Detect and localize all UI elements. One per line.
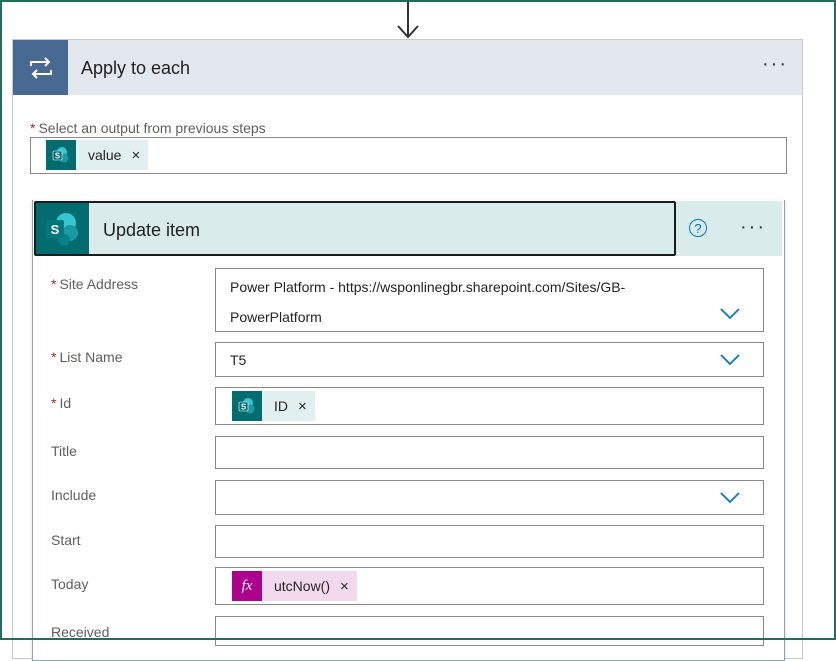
apply-to-each-title: Apply to each — [81, 58, 191, 78]
title-input[interactable] — [215, 436, 764, 469]
received-label: Received — [51, 624, 110, 640]
connector-arrow-down-icon — [397, 0, 419, 39]
svg-text:S: S — [55, 152, 61, 161]
site-address-label: * Site Address — [51, 276, 139, 292]
update-item-more-button[interactable]: ··· — [740, 217, 766, 237]
today-label: Today — [51, 576, 89, 592]
select-output-label: * Select an output from previous steps — [30, 120, 266, 136]
loop-icon — [13, 40, 68, 95]
site-address-value-line1: Power Platform - https://wsponlinegbr.sh… — [230, 279, 626, 295]
update-item-header-actions: ? ··· — [676, 201, 782, 256]
utcnow-token-remove-button[interactable]: × — [340, 578, 357, 595]
start-label: Start — [51, 532, 81, 548]
apply-to-each-header[interactable]: Apply to each ··· — [13, 40, 802, 95]
include-label: Include — [51, 487, 97, 503]
utcnow-token[interactable]: fx utcNow() × — [232, 571, 357, 601]
chevron-down-icon[interactable] — [720, 492, 740, 504]
value-token-remove-button[interactable]: × — [131, 147, 148, 164]
svg-text:S: S — [50, 222, 59, 237]
sharepoint-icon: S — [46, 140, 76, 170]
received-input[interactable] — [215, 616, 764, 646]
value-token[interactable]: S value × — [46, 140, 149, 170]
sharepoint-icon: S — [36, 203, 89, 254]
svg-text:S: S — [241, 403, 247, 412]
required-marker: * — [30, 120, 36, 136]
utcnow-token-label: utcNow() — [274, 578, 331, 594]
sharepoint-icon: S — [232, 391, 262, 421]
update-item-title: Update item — [103, 220, 201, 240]
list-name-dropdown[interactable] — [215, 342, 764, 377]
update-item-header[interactable]: S Update item — [34, 201, 676, 256]
expression-fx-icon: fx — [232, 571, 262, 601]
list-name-value: T5 — [230, 352, 247, 368]
list-name-label: * List Name — [51, 349, 123, 365]
help-icon[interactable]: ? — [689, 219, 707, 237]
start-input[interactable] — [215, 525, 764, 558]
id-token-remove-button[interactable]: × — [298, 398, 315, 415]
chevron-down-icon[interactable] — [720, 308, 740, 320]
site-address-value-line2: PowerPlatform — [230, 309, 322, 325]
chevron-down-icon[interactable] — [720, 354, 740, 366]
id-token[interactable]: S ID × — [232, 391, 315, 421]
apply-to-each-more-button[interactable]: ··· — [762, 54, 788, 74]
include-dropdown[interactable] — [215, 480, 764, 515]
title-label: Title — [51, 443, 77, 459]
id-label: * Id — [51, 395, 72, 411]
id-token-label: ID — [274, 398, 288, 414]
value-token-label: value — [88, 147, 122, 163]
